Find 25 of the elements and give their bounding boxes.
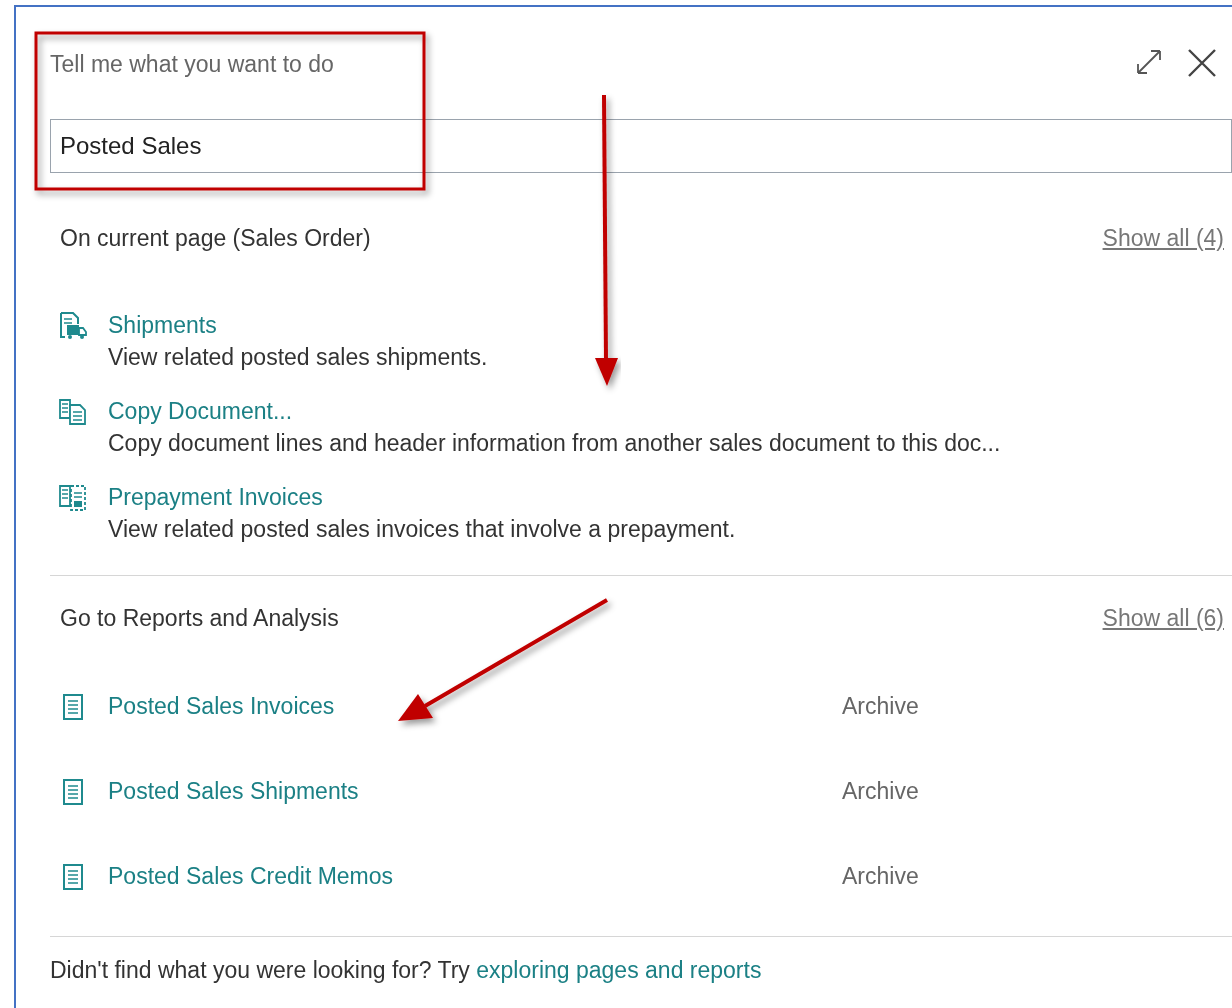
explore-link[interactable]: exploring pages and reports xyxy=(476,957,762,983)
action-link[interactable]: Shipments xyxy=(108,308,217,341)
report-link[interactable]: Posted Sales Credit Memos xyxy=(108,860,394,892)
action-link[interactable]: Copy Document... xyxy=(108,394,293,427)
copy-icon xyxy=(58,396,88,427)
close-icon[interactable] xyxy=(1186,47,1218,79)
search-label: Tell me what you want to do xyxy=(50,50,334,79)
section-heading: On current page (Sales Order) xyxy=(60,224,371,253)
report-link[interactable]: Posted Sales Shipments xyxy=(108,775,359,807)
category-label: Archive xyxy=(842,776,919,806)
expand-icon[interactable] xyxy=(1134,47,1164,77)
category-label: Archive xyxy=(842,861,919,891)
section-heading: Go to Reports and Analysis xyxy=(60,603,339,633)
search-field[interactable]: Posted Sales xyxy=(50,119,1232,173)
action-description: View related posted sales shipments. xyxy=(108,342,488,372)
report-link[interactable]: Posted Sales Invoices xyxy=(108,690,335,722)
action-link[interactable]: Prepayment Invoices xyxy=(108,480,323,513)
category-label: Archive xyxy=(842,691,919,721)
show-all-link[interactable]: Show all (4) xyxy=(1102,221,1224,256)
action-description: View related posted sales invoices that involve a prepayment. xyxy=(108,514,736,544)
show-all-link[interactable]: Show all (6) xyxy=(1102,600,1224,635)
action-description: Copy document lines and header information from another sales document to this doc... xyxy=(108,428,1001,458)
footer-text: Didn't find what you were looking for? Try xyxy=(50,957,470,983)
truck-document-icon xyxy=(58,310,88,341)
invoice-icon xyxy=(58,482,88,513)
